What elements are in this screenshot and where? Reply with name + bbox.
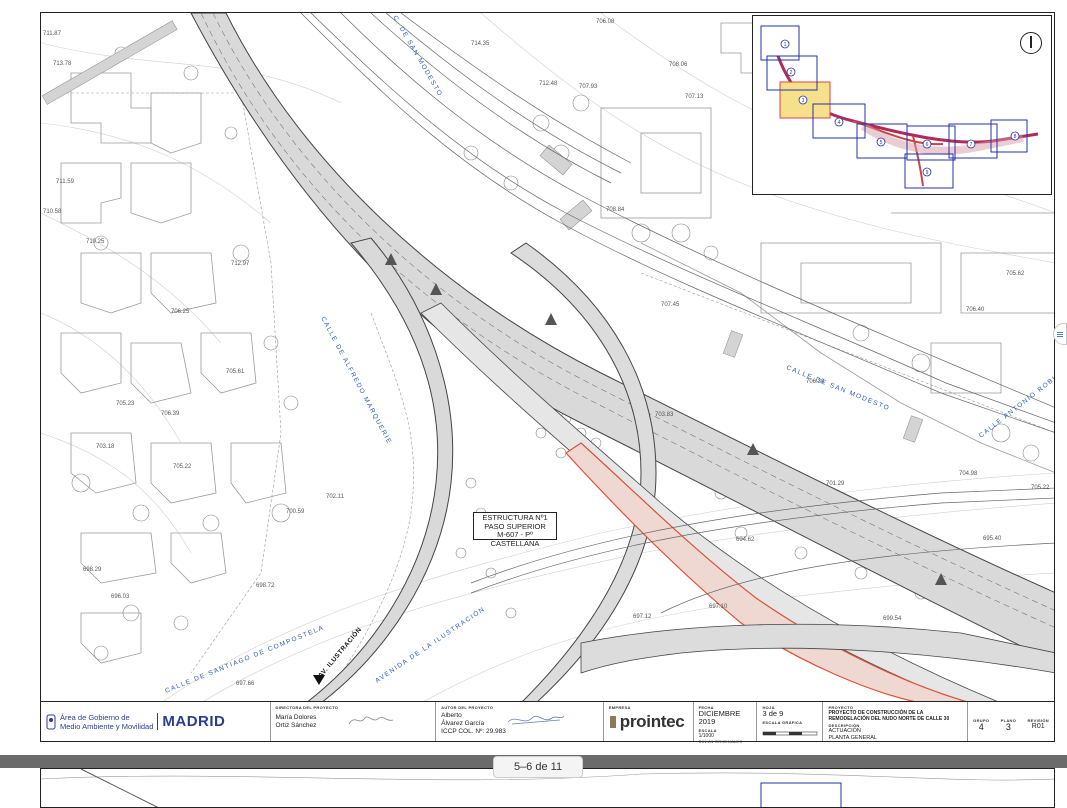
elevation-label: 703.83 — [655, 412, 674, 418]
elevation-label: 711.59 — [56, 179, 75, 185]
key-plan-number: 7 — [970, 142, 973, 148]
graphic-scale-bar-icon — [763, 731, 818, 736]
company-name: prointec — [619, 712, 685, 731]
elevation-label: 705.22 — [1031, 485, 1050, 491]
key-plan-number: 8 — [1014, 134, 1017, 140]
elevation-label: 708.06 — [669, 62, 688, 68]
elevation-label: 706.40 — [966, 307, 985, 313]
director-signature-icon — [348, 716, 393, 725]
elevation-label: 700.59 — [286, 509, 305, 515]
revision-value: R01 — [1031, 723, 1045, 730]
elevation-label: 701.29 — [826, 481, 845, 487]
street-label: C. DE SAN MODESTO — [391, 15, 443, 99]
madrid-emblem-icon — [46, 714, 56, 729]
key-plan-inset: 1 2 3 4 5 6 7 8 9 — [752, 15, 1052, 195]
elevation-label: 710.25 — [86, 239, 105, 245]
author-cell: AUTOR DEL PROYECTO Alberto Álvarez Garcí… — [436, 702, 604, 741]
elevation-label: 707.45 — [661, 302, 680, 308]
elevation-label: 707.93 — [579, 84, 598, 90]
elevation-label: 708.84 — [606, 207, 625, 213]
elevation-label: 707.13 — [685, 94, 704, 100]
org-line: Área de Gobierno de — [60, 712, 130, 722]
key-plan-number: 1 — [784, 42, 787, 48]
callout-line: M-607 - Pº CASTELLANA — [490, 530, 540, 549]
graphic-scale-caption: ESCALA GRÁFICA — [762, 720, 803, 725]
director-cell: DIRECTORA DEL PROYECTO María Dolores Ort… — [271, 702, 437, 741]
director-caption: DIRECTORA DEL PROYECTO — [275, 705, 339, 710]
elevation-label: 713.78 — [53, 61, 72, 67]
elevation-label: 703.18 — [96, 444, 115, 450]
structure-callout: ESTRUCTURA Nº1 PASO SUPERIOR M-607 - Pº … — [473, 512, 557, 548]
org-line: Medio Ambiente y Movilidad — [60, 721, 154, 731]
key-plan-number: 6 — [926, 142, 929, 148]
key-plan-number: 2 — [790, 70, 793, 76]
scale-note: DIN-A1 ORIGINALES — [698, 739, 743, 744]
company-caption: EMPRESA — [608, 705, 631, 710]
elevation-label: 705.23 — [116, 401, 135, 407]
elevation-label: 705.22 — [173, 464, 192, 470]
plan-ids-cell: GRUPO 4 PLANO 3 REVISIÓN R01 — [968, 702, 1054, 741]
date-value: DICIEMBRE 2019 — [698, 709, 741, 726]
project-cell: PROYECTO PROYECTO DE CONSTRUCCIÓN DE LA … — [823, 702, 969, 741]
drawing-page: 711.87 713.78 711.59 710.58 710.25 712.9… — [0, 0, 1067, 755]
date-cell: FECHA DICIEMBRE 2019 ESCALA 1/1000 DIN-A… — [694, 702, 758, 744]
elevation-label: 714.35 — [471, 41, 490, 47]
elevation-label: 706.08 — [596, 19, 615, 25]
elevation-label: 697.12 — [633, 614, 652, 620]
elevation-label: 705.62 — [1006, 271, 1025, 277]
key-plan-number: 3 — [802, 98, 805, 104]
elevation-label: 706.39 — [161, 411, 180, 417]
key-plan-number: 5 — [880, 140, 883, 146]
elevation-label: 697.66 — [236, 681, 255, 687]
street-label: CALLE DE ALFREDO MARQUERIE — [319, 316, 393, 446]
city-logo-text: MADRID — [157, 713, 225, 730]
elevation-label: 712.97 — [231, 261, 250, 267]
key-plan-number: 9 — [926, 170, 929, 176]
company-logo-icon — [609, 716, 616, 728]
author-license: ICCP COL. Nº: 29.983 — [441, 728, 506, 735]
north-arrow-icon — [1020, 32, 1042, 54]
elevation-label: 711.87 — [43, 31, 62, 37]
elevation-label: 712.48 — [539, 81, 558, 87]
menu-lines-icon — [1057, 333, 1063, 335]
group-value: 4 — [978, 722, 984, 732]
elevation-label: 702.11 — [326, 494, 345, 500]
elevation-label: 710.58 — [43, 209, 62, 215]
elevation-label: 704.98 — [959, 471, 978, 477]
street-label: CALLE DE SAN MODESTO — [785, 364, 891, 412]
description-line: PLANTA GENERAL — [828, 734, 877, 741]
elevation-label: 705.61 — [226, 369, 245, 375]
title-block: Área de Gobierno de Medio Ambiente y Mov… — [40, 702, 1055, 744]
elevation-label: 698.29 — [83, 567, 102, 573]
elevation-label: 706.25 — [171, 309, 190, 315]
elevation-label: 695.40 — [983, 536, 1002, 542]
author-signature-icon — [507, 715, 565, 725]
plan-value: 3 — [1005, 722, 1011, 732]
key-plan-map: 1 2 3 4 5 6 7 8 9 — [760, 25, 1039, 189]
page-indicator: 5–6 de 11 — [493, 756, 583, 778]
elevation-label: 698.72 — [256, 583, 275, 589]
elevation-label: 694.62 — [736, 537, 755, 543]
key-plan-number: 4 — [838, 120, 841, 126]
elevation-label: 699.54 — [883, 616, 902, 622]
company-cell: EMPRESA prointec — [604, 702, 694, 741]
sheet-cell: HOJA 3 de 9 ESCALA GRÁFICA — [757, 702, 824, 741]
project-title: PROYECTO DE CONSTRUCCIÓN DE LA REMODELAC… — [828, 710, 950, 722]
client-logo: Área de Gobierno de Medio Ambiente y Mov… — [41, 702, 271, 741]
elevation-label: 697.10 — [709, 604, 728, 610]
sheet-value: 3 de 9 — [762, 709, 784, 718]
elevation-label: 696.03 — [111, 594, 130, 600]
